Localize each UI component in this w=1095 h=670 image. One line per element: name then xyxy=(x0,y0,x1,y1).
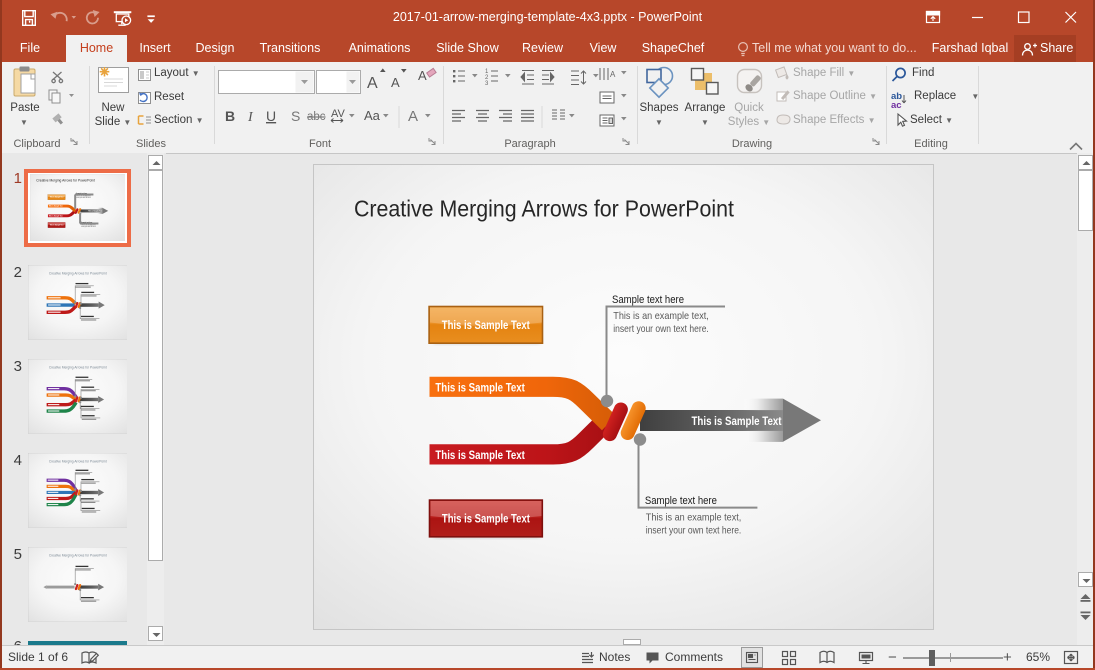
svg-text:B: B xyxy=(225,108,235,124)
svg-text:A: A xyxy=(418,68,427,83)
svg-text:A: A xyxy=(408,108,418,125)
svg-text:3: 3 xyxy=(485,81,489,87)
svg-text:I: I xyxy=(247,110,254,125)
svg-text:abc: abc xyxy=(307,111,326,123)
svg-text:U: U xyxy=(266,108,276,124)
svg-text:Aa: Aa xyxy=(364,108,381,123)
svg-text:A: A xyxy=(367,75,378,92)
svg-text:A: A xyxy=(391,75,400,90)
svg-text:ac: ac xyxy=(891,100,902,111)
svg-text:A: A xyxy=(610,70,616,79)
svg-text:S: S xyxy=(291,108,300,124)
